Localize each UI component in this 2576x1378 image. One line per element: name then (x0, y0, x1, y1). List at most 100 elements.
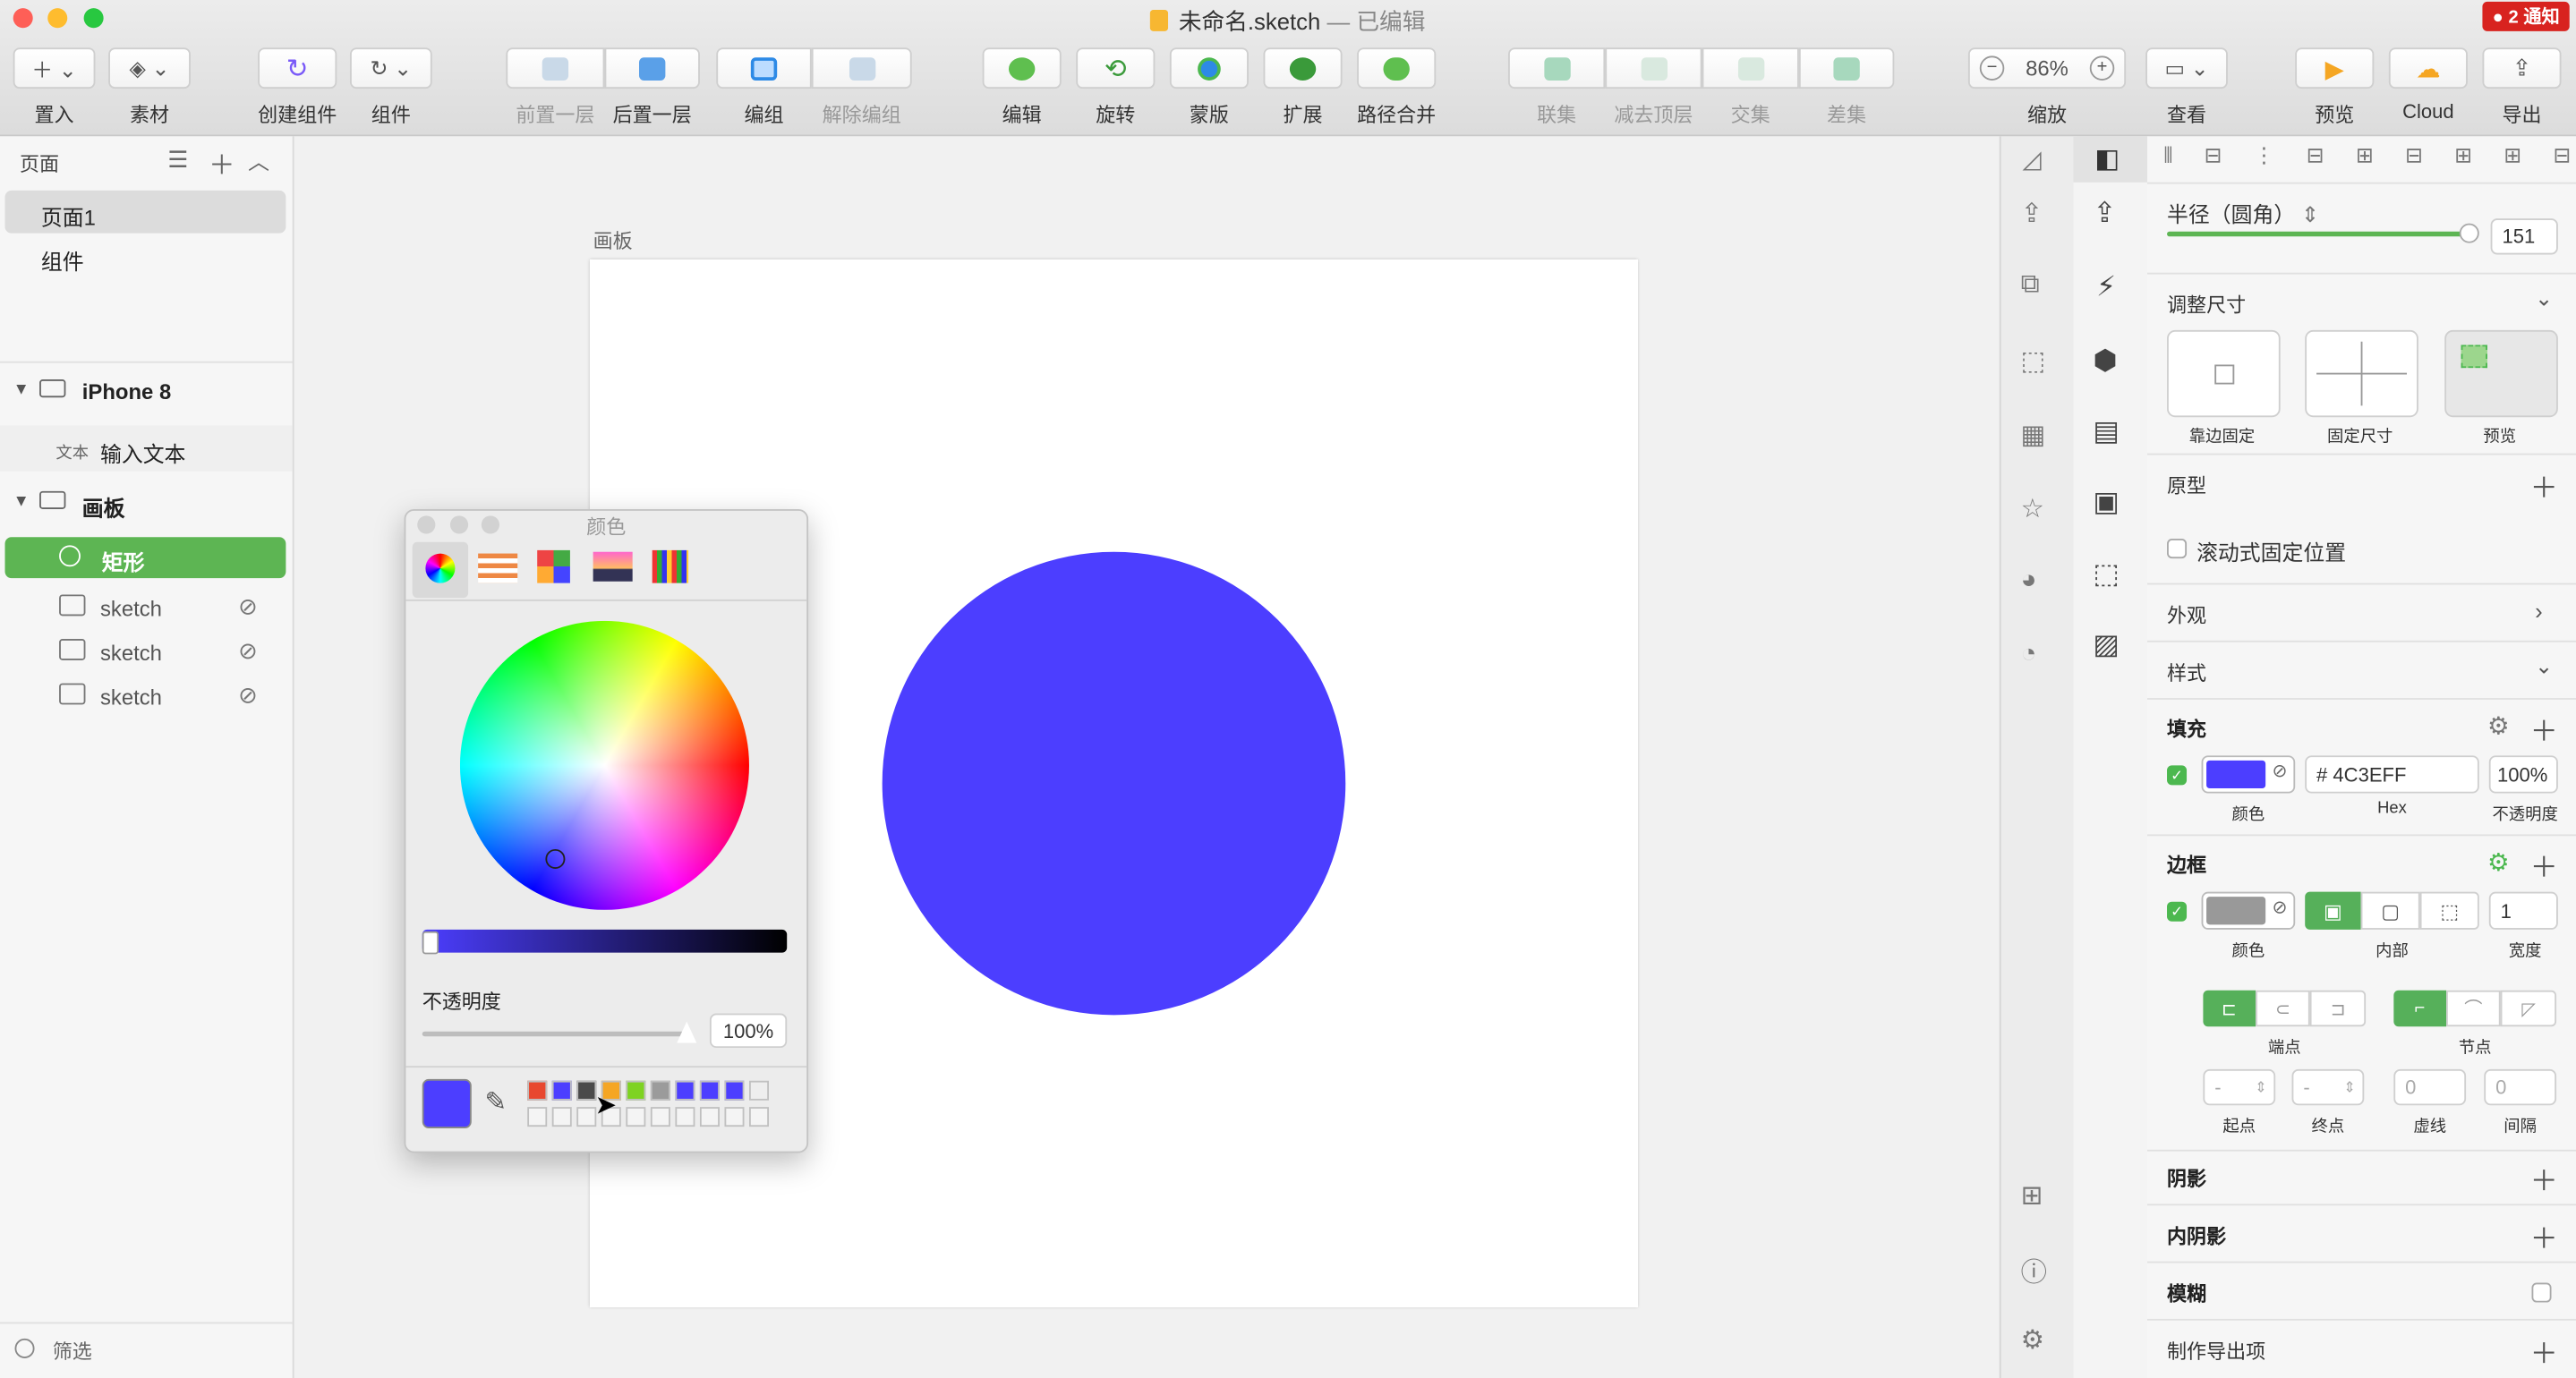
hidden-eye-icon[interactable]: ⊘ (238, 682, 258, 710)
help-icon[interactable]: ⓘ (2021, 1250, 2047, 1289)
eyedropper-icon[interactable]: ✎ (484, 1085, 507, 1119)
align-end-icon[interactable]: ⊟ (2553, 143, 2571, 169)
add-shadow-button[interactable]: ＋ (2530, 1158, 2558, 1199)
color-swatch[interactable] (748, 1080, 770, 1101)
disclosure-icon[interactable]: ▼ (13, 493, 30, 511)
intersect-button[interactable] (1702, 47, 1799, 89)
distribute-icon[interactable]: ⋮ (2254, 143, 2275, 169)
color-swatch[interactable] (675, 1080, 695, 1101)
empty-swatch[interactable] (527, 1107, 548, 1127)
page-item-1[interactable]: 页面1 (4, 190, 286, 234)
empty-swatch[interactable] (576, 1107, 597, 1127)
transform-icon[interactable]: ⬚ (2093, 558, 2119, 591)
disclosure-icon[interactable]: ▼ (13, 381, 30, 399)
empty-swatch[interactable] (650, 1107, 670, 1127)
artboard-title[interactable]: 画板 (593, 226, 633, 254)
align-center-icon[interactable]: ⊟ (2205, 143, 2222, 169)
color-swatch[interactable] (724, 1080, 745, 1101)
brightness-slider[interactable] (422, 929, 788, 955)
border-outside-button[interactable]: ⬚ (2419, 891, 2479, 930)
color-wheel[interactable] (459, 620, 749, 910)
inspect-icon[interactable]: ◧ (2094, 143, 2120, 176)
resize-icon[interactable]: ⧉ (2021, 271, 2040, 301)
component-icon[interactable]: ▣ (2093, 486, 2119, 519)
symbols-button[interactable]: ↻ ⌄ (349, 47, 432, 89)
rotate-button[interactable]: ⟲ (1076, 47, 1156, 89)
zoom-out-button[interactable]: − (1979, 55, 2005, 81)
border-color-well[interactable]: ⊘ (2201, 891, 2296, 930)
add-image-icon[interactable]: ▨ (2093, 629, 2119, 662)
flatten-button[interactable] (1357, 47, 1437, 89)
fill-opacity-field[interactable]: 100% (2488, 755, 2558, 794)
pie-icon[interactable]: ◔ (2021, 641, 2037, 670)
insert-button[interactable]: ＋ ⌄ (13, 47, 96, 89)
chevron-right-icon[interactable]: › (2535, 598, 2543, 624)
artboard-iphone8[interactable]: ▼ iPhone 8 (0, 370, 293, 414)
ruler-icon[interactable]: ◿ (2023, 145, 2042, 174)
sliders-tab[interactable] (478, 553, 518, 583)
end-arrow-select[interactable]: - ⇕ (2291, 1068, 2365, 1106)
color-swatch[interactable] (527, 1080, 548, 1101)
border-settings-gear-icon[interactable]: ⚙ (2487, 847, 2510, 877)
ungroup-button[interactable] (811, 47, 912, 89)
color-swatch[interactable] (551, 1080, 572, 1101)
align-top-icon[interactable]: ⊞ (2356, 143, 2374, 169)
backward-button[interactable] (506, 47, 605, 89)
color-swatch[interactable] (576, 1080, 597, 1101)
color-swatch[interactable] (650, 1080, 670, 1101)
create-symbol-button[interactable]: ↻ (258, 47, 337, 89)
opacity-slider[interactable] (422, 1021, 697, 1043)
empty-swatch[interactable] (748, 1107, 770, 1127)
crop-icon[interactable]: ⬚ (2021, 344, 2046, 378)
image-layer-1[interactable]: sketch ⊘ (0, 586, 293, 631)
zoom-in-button[interactable]: + (2089, 55, 2115, 81)
miter-join-button[interactable]: ⌐ (2393, 990, 2446, 1027)
settings-gear-icon[interactable]: ⚙ (2021, 1323, 2044, 1357)
radius-slider-thumb[interactable] (2459, 223, 2479, 243)
radius-field[interactable]: 151 (2490, 218, 2558, 255)
view-button[interactable]: ▭ ⌄ (2145, 47, 2228, 89)
border-enabled-checkbox[interactable]: ✓ (2167, 901, 2188, 922)
empty-swatch[interactable] (626, 1107, 646, 1127)
export-icon[interactable]: ⇪ (2093, 197, 2116, 230)
round-cap-button[interactable]: ⊂ (2255, 990, 2311, 1027)
gap-field[interactable]: 0 (2484, 1068, 2557, 1106)
add-inner-shadow-button[interactable]: ＋ (2530, 1215, 2558, 1256)
preview-button[interactable]: ▶ (2295, 47, 2375, 89)
empty-swatch[interactable] (699, 1107, 720, 1127)
opacity-field[interactable]: 100% (709, 1013, 788, 1049)
round-join-button[interactable]: ⌒ (2445, 990, 2502, 1027)
border-width-field[interactable]: 1 (2488, 891, 2558, 930)
group-button[interactable] (716, 47, 812, 89)
edit-button[interactable] (982, 47, 1062, 89)
assets-button[interactable]: ◈ ⌄ (108, 47, 191, 89)
star-icon[interactable]: ☆ (2021, 493, 2044, 526)
add-page-button[interactable]: ＋ (209, 143, 235, 183)
chevron-down-icon[interactable]: ⌄ (2535, 285, 2553, 311)
current-color-swatch[interactable] (422, 1078, 472, 1128)
export-button[interactable]: ⇪ (2482, 47, 2562, 89)
image-layer-3[interactable]: sketch ⊘ (0, 675, 293, 719)
start-arrow-select[interactable]: - ⇕ (2203, 1068, 2276, 1106)
artboard-canvas[interactable]: ▼ 画板 (0, 481, 293, 526)
distribute-v-icon[interactable]: ⊞ (2503, 143, 2521, 169)
lightning-icon[interactable]: ⚡ (2096, 271, 2116, 304)
difference-button[interactable] (1798, 47, 1895, 89)
add-fill-button[interactable]: ＋ (2530, 708, 2558, 749)
border-inside-button[interactable]: ▣ (2305, 891, 2361, 930)
layout-icon[interactable]: ▦ (2021, 419, 2046, 452)
add-prototype-button[interactable]: ＋ (2530, 464, 2558, 506)
radius-slider[interactable] (2167, 223, 2479, 243)
fix-scroll-checkbox[interactable] (2167, 539, 2188, 559)
empty-swatch[interactable] (551, 1107, 572, 1127)
color-wheel-tab[interactable] (412, 541, 469, 599)
hidden-eye-icon[interactable]: ⊘ (238, 593, 258, 621)
filter-input[interactable]: 筛选 (53, 1337, 92, 1365)
gift-icon[interactable]: ⊞ (2021, 1179, 2043, 1212)
align-bottom-icon[interactable]: ⊞ (2454, 143, 2472, 169)
layer-selected[interactable]: 矩形 (4, 537, 286, 579)
palettes-tab[interactable] (537, 549, 570, 583)
text-layer[interactable]: 文本 输入文本 (0, 425, 293, 472)
opacity-slider-thumb[interactable] (677, 1021, 697, 1043)
text-block-icon[interactable]: ▤ (2093, 415, 2119, 448)
